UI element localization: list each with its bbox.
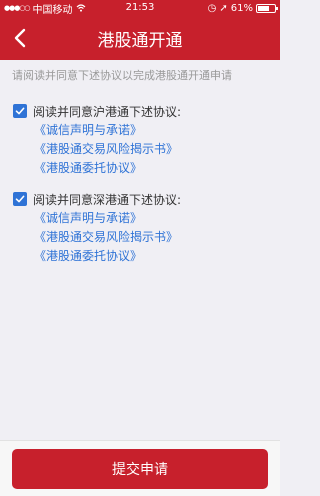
battery-icon — [256, 3, 278, 13]
agreement-links: 《诚信声明与承诺》 《港股通交易风险揭示书》 《港股通委托协议》 — [13, 122, 273, 176]
checkmark-icon — [15, 107, 25, 115]
agreement-label: 阅读并同意深港通下述协议: — [33, 192, 182, 207]
link-entrust-agreement[interactable]: 《港股通委托协议》 — [34, 160, 273, 176]
agreement-head: 阅读并同意沪港通下述协议: — [13, 103, 273, 119]
link-integrity-statement[interactable]: 《诚信声明与承诺》 — [34, 122, 273, 138]
link-integrity-statement[interactable]: 《诚信声明与承诺》 — [34, 210, 273, 226]
link-risk-disclosure[interactable]: 《港股通交易风险揭示书》 — [34, 229, 273, 245]
link-risk-disclosure[interactable]: 《港股通交易风险揭示书》 — [34, 141, 273, 157]
status-bar: ●●●○○ 中国移动 21:53 ◷ ➚ 61% — [0, 0, 280, 16]
status-time: 21:53 — [125, 2, 155, 13]
agreement-checkbox[interactable] — [13, 192, 27, 206]
page-title: 港股通开通 — [97, 30, 183, 51]
submit-button[interactable]: 提交申请 — [12, 449, 268, 489]
link-entrust-agreement[interactable]: 《港股通委托协议》 — [34, 248, 273, 264]
chevron-left-icon — [14, 28, 26, 48]
nav-bar: 港股通开通 — [0, 16, 280, 60]
agreement-label: 阅读并同意沪港通下述协议: — [33, 104, 182, 119]
back-button[interactable] — [6, 24, 34, 52]
intro-text: 请阅读并同意下述协议以完成港股通开通申请 — [12, 69, 232, 82]
agreement-sz-hk: 阅读并同意深港通下述协议: 《诚信声明与承诺》 《港股通交易风险揭示书》 《港股… — [13, 191, 273, 267]
agreement-head: 阅读并同意深港通下述协议: — [13, 191, 273, 207]
agreement-links: 《诚信声明与承诺》 《港股通交易风险揭示书》 《港股通委托协议》 — [13, 210, 273, 264]
agreement-checkbox[interactable] — [13, 104, 27, 118]
bottom-bar: 提交申请 — [0, 440, 280, 496]
checkmark-icon — [15, 195, 25, 203]
agreement-sh-hk: 阅读并同意沪港通下述协议: 《诚信声明与承诺》 《港股通交易风险揭示书》 《港股… — [13, 103, 273, 179]
